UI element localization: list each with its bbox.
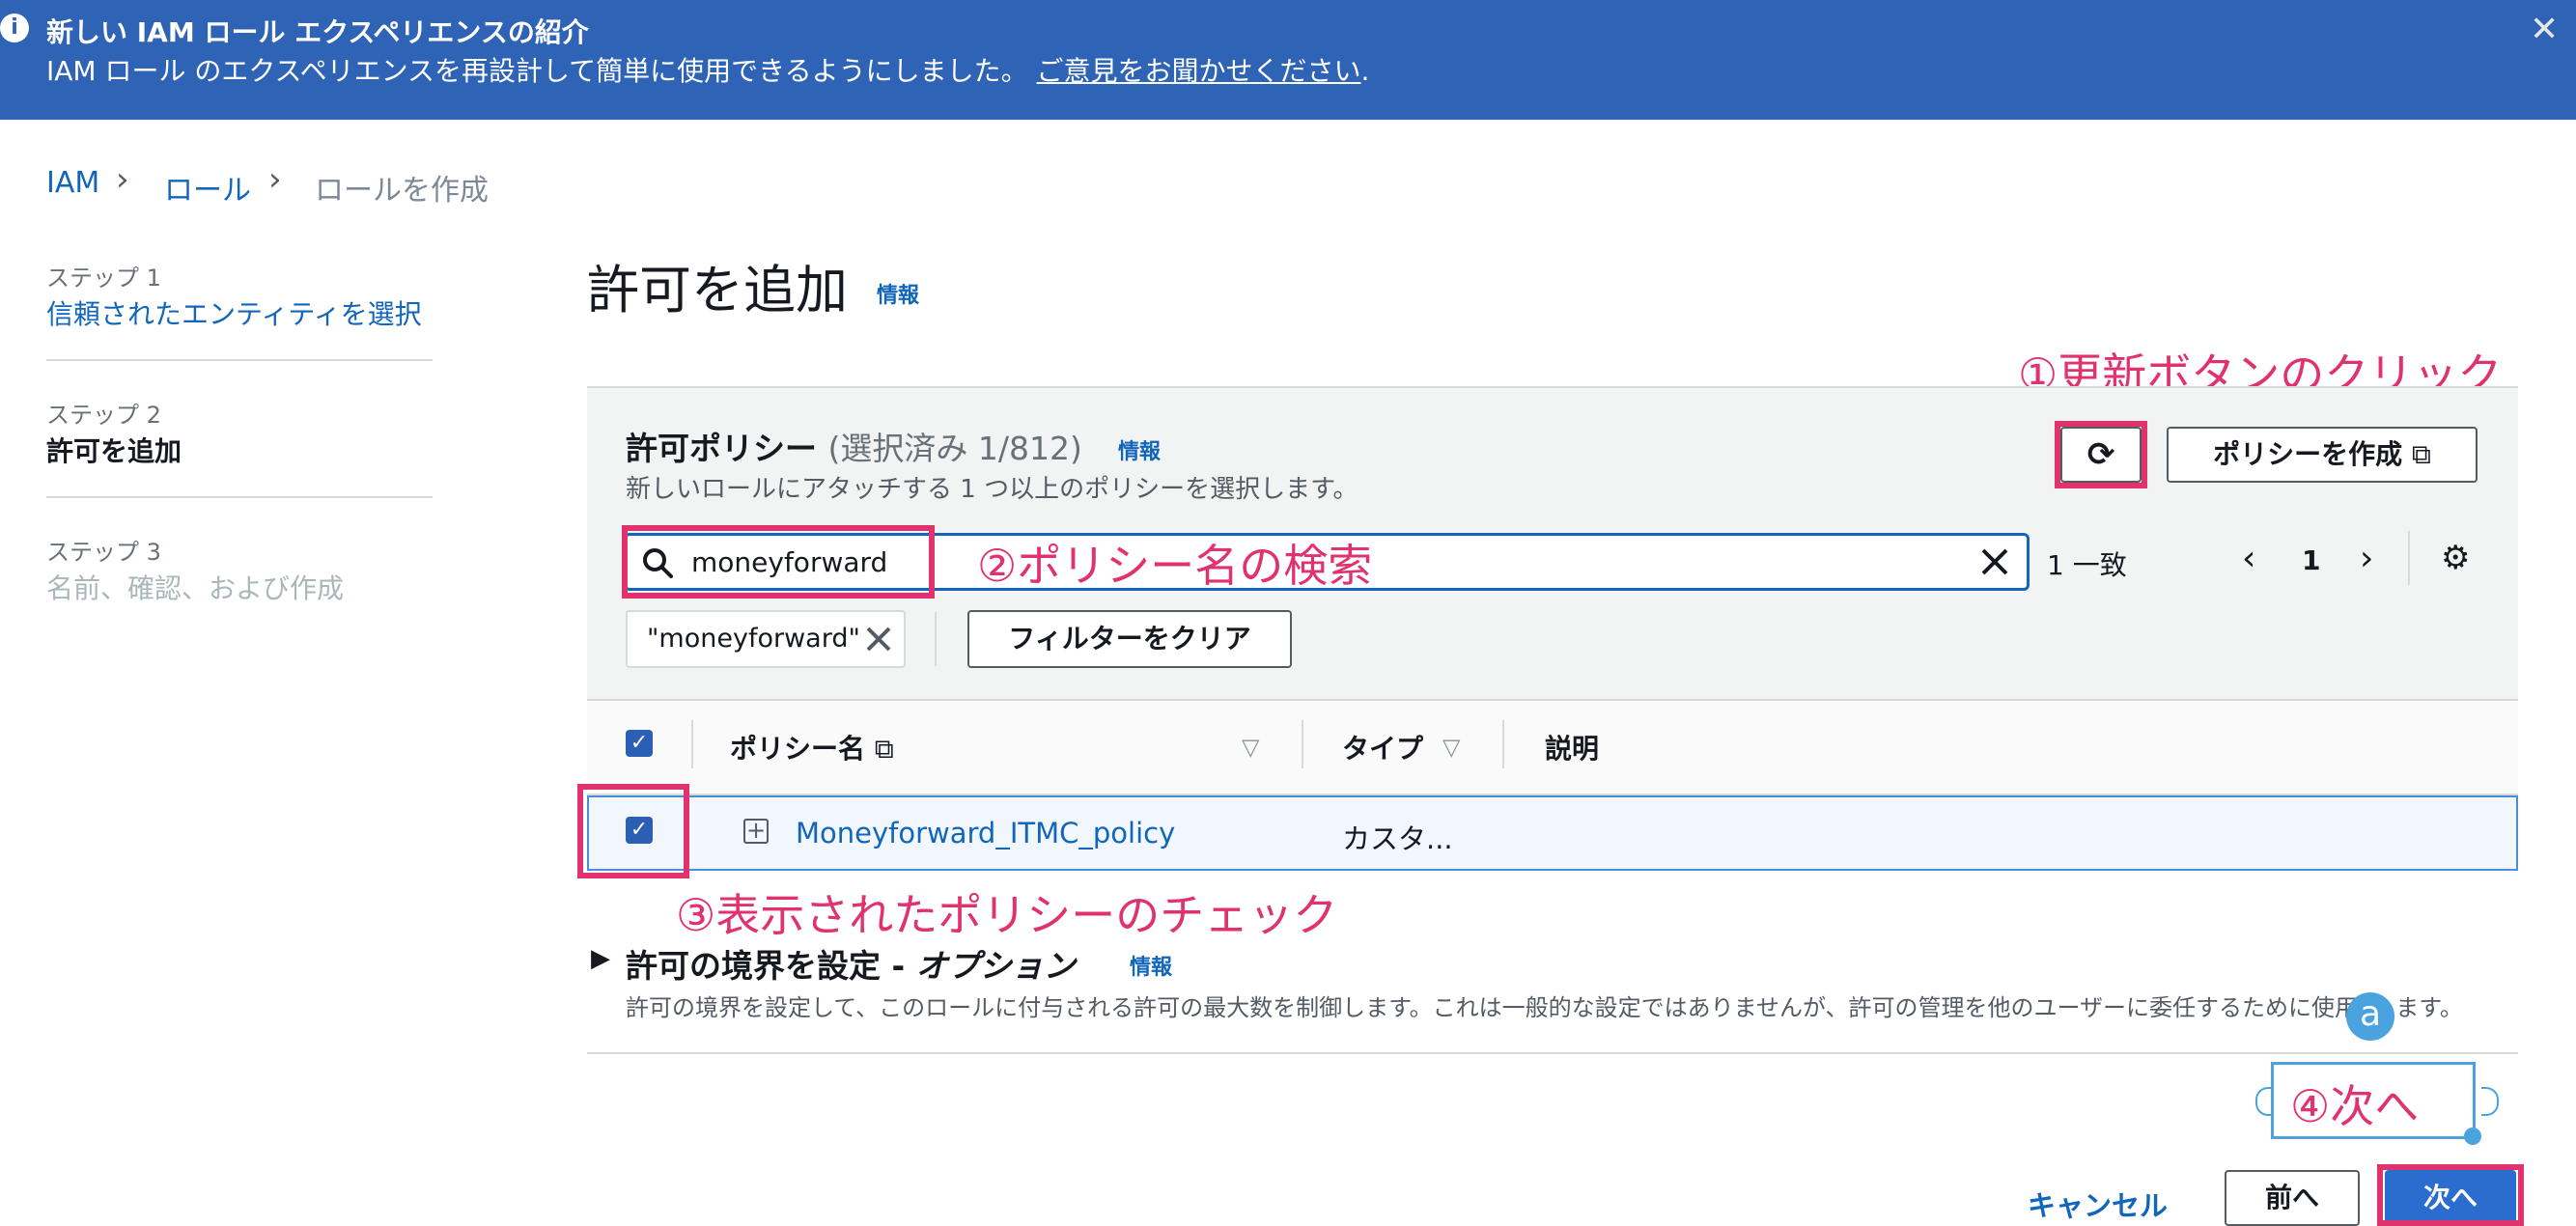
step-divider — [46, 359, 433, 361]
banner-text: IAM ロール のエクスペリエンスを再設計して簡単に使用できるようにしました。 … — [46, 50, 1369, 89]
select-all-checkbox[interactable]: ✓ — [626, 730, 653, 757]
column-divider — [1502, 720, 1504, 768]
boundary-title-optional: オプション — [915, 947, 1076, 985]
annotation-box-search — [622, 525, 935, 599]
external-link-icon: ⧉ — [2411, 438, 2431, 470]
boundary-title[interactable]: 許可の境界を設定 - オプション — [626, 940, 1076, 987]
policy-title-text: 許可ポリシー — [626, 430, 817, 467]
cancel-button[interactable]: キャンセル — [2028, 1184, 2168, 1224]
create-policy-button[interactable]: ポリシーを作成 ⧉ — [2167, 427, 2478, 483]
handle-dot-icon — [2464, 1128, 2481, 1145]
annotation-box-refresh — [2055, 421, 2147, 488]
expand-icon[interactable]: + — [743, 819, 769, 844]
column-divider — [691, 720, 693, 768]
policy-description: 新しいロールにアタッチする 1 つ以上のポリシーを選択します。 — [626, 475, 1358, 504]
page-number[interactable]: 1 — [2302, 544, 2320, 576]
badge-icon: a — [2346, 992, 2394, 1041]
clear-filters-button[interactable]: フィルターをクリア — [967, 610, 1292, 668]
banner-body: IAM ロール のエクスペリエンスを再設計して簡単に使用できるようにしました。 — [46, 55, 1028, 87]
annotation-next: ④次へ — [2290, 1080, 2420, 1132]
external-link-icon: ⧉ — [874, 733, 894, 765]
step-2-label: ステップ 2 — [46, 402, 161, 429]
annotation-box-next — [2377, 1164, 2524, 1226]
policy-name-link[interactable]: Moneyforward_ITMC_policy — [796, 817, 1175, 850]
boundary-description: 許可の境界を設定して、このロールに付与される許可の最大数を制御します。これは一般… — [626, 994, 2463, 1021]
create-policy-label: ポリシーを作成 — [2213, 438, 2403, 470]
breadcrumb-current: ロールを作成 — [315, 174, 489, 208]
step-1-label: ステップ 1 — [46, 265, 161, 292]
previous-button[interactable]: 前へ — [2225, 1170, 2360, 1226]
step-3-label: ステップ 3 — [46, 539, 161, 566]
info-icon: i — [0, 14, 29, 42]
banner-period: . — [1360, 55, 1370, 87]
boundary-title-main: 許可の境界を設定 - — [626, 947, 916, 985]
handle-right-icon — [2481, 1087, 2499, 1116]
step-3-disabled: 名前、確認、および作成 — [46, 572, 345, 604]
feedback-link[interactable]: ご意見をお聞かせください — [1037, 55, 1361, 87]
policy-count: (選択済み 1/812) — [827, 430, 1082, 467]
match-count: 1 一致 — [2047, 549, 2127, 581]
column-header-policy-name[interactable]: ポリシー名 ⧉ — [730, 728, 894, 766]
chevron-right-icon[interactable]: › — [2360, 539, 2373, 578]
chevron-right-icon: › — [268, 160, 282, 199]
column-header-type[interactable]: タイプ — [1342, 728, 1423, 766]
policy-type: カスタ... — [1342, 822, 1453, 855]
info-link[interactable]: 情報 — [877, 278, 919, 309]
chevron-right-icon: › — [116, 160, 129, 199]
breadcrumb-roles[interactable]: ロール — [164, 166, 251, 209]
annotation-check: ③表示されたポリシーのチェック — [676, 889, 1338, 941]
step-1-link[interactable]: 信頼されたエンティティを選択 — [46, 293, 422, 332]
sort-icon[interactable]: ▽ — [1442, 734, 1460, 761]
breadcrumb-iam[interactable]: IAM — [46, 166, 99, 200]
step-2-current: 許可を追加 — [46, 435, 182, 467]
footer-divider — [587, 1052, 2518, 1054]
column-policy-name-label: ポリシー名 — [730, 733, 866, 765]
clear-search-icon[interactable] — [1979, 546, 2010, 577]
sort-icon[interactable]: ▽ — [1242, 734, 1259, 761]
pager-divider — [2408, 531, 2410, 585]
gear-icon[interactable]: ⚙ — [2441, 539, 2470, 577]
close-icon[interactable]: ✕ — [2530, 10, 2559, 49]
page-title: 許可を追加 — [587, 260, 848, 320]
banner-title: 新しい IAM ロール エクスペリエンスの紹介 — [46, 16, 589, 48]
policy-info-link[interactable]: 情報 — [1118, 434, 1161, 465]
policy-section-title: 許可ポリシー (選択済み 1/812) — [626, 423, 1082, 469]
column-divider — [1302, 720, 1303, 768]
caret-right-icon[interactable]: ▶ — [591, 944, 610, 973]
column-header-description: 説明 — [1545, 733, 1600, 765]
boundary-info-link[interactable]: 情報 — [1130, 950, 1172, 981]
filter-chip-text: "moneyforward" — [647, 624, 860, 654]
chevron-left-icon[interactable]: ‹ — [2242, 539, 2255, 578]
chip-divider — [935, 612, 937, 666]
annotation-search: ②ポリシー名の検索 — [977, 540, 1373, 592]
annotation-box-check — [577, 784, 689, 878]
step-divider — [46, 496, 433, 498]
info-banner: i 新しい IAM ロール エクスペリエンスの紹介 IAM ロール のエクスペリ… — [0, 0, 2576, 120]
remove-filter-icon[interactable] — [865, 626, 892, 653]
